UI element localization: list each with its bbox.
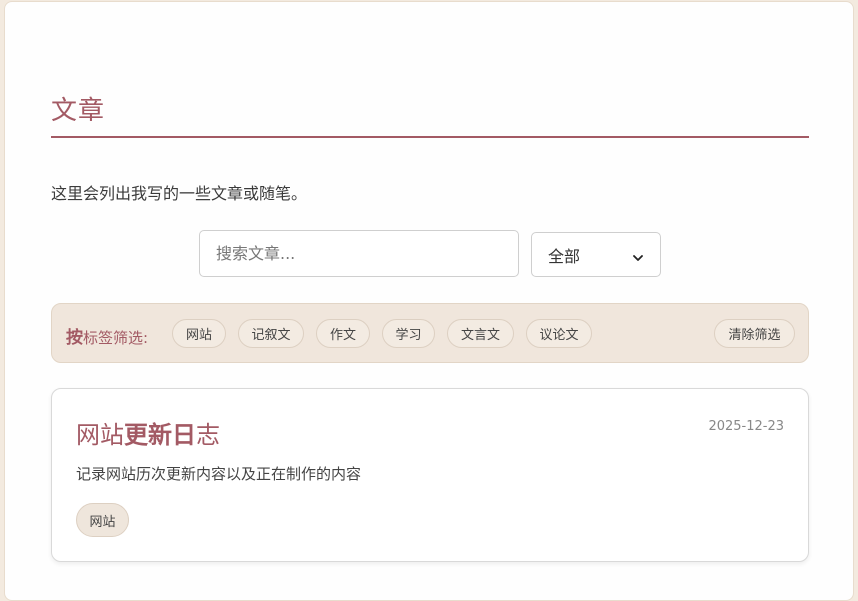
tag-chip-website[interactable]: 网站 bbox=[172, 319, 226, 348]
category-select[interactable]: 全部 bbox=[531, 232, 661, 277]
tag-filter-label-text: 标签筛选: bbox=[83, 329, 149, 347]
page-container: 文章 这里会列出我写的一些文章或随笔。 全部 按标签筛选: 网站 记叙文 作文 … bbox=[4, 1, 854, 601]
tag-filter-label: 按标签筛选: bbox=[66, 323, 148, 348]
clear-filter-button[interactable]: 清除筛选 bbox=[714, 319, 795, 348]
tag-filter-bar: 按标签筛选: 网站 记叙文 作文 学习 文言文 议论文 清除筛选 bbox=[51, 303, 809, 363]
article-title-bold-part: 更新日 bbox=[124, 421, 196, 449]
tag-chip-argumentative[interactable]: 议论文 bbox=[526, 319, 592, 348]
tag-chip-narrative[interactable]: 记叙文 bbox=[238, 319, 304, 348]
article-card[interactable]: 网站更新日志 2025-12-23 记录网站历次更新内容以及正在制作的内容 网站 bbox=[51, 388, 809, 562]
article-date: 2025-12-23 bbox=[708, 419, 784, 434]
tag-chip-study[interactable]: 学习 bbox=[382, 319, 435, 348]
search-input[interactable] bbox=[199, 230, 519, 277]
page-intro: 这里会列出我写的一些文章或随笔。 bbox=[51, 184, 308, 203]
title-divider bbox=[51, 136, 809, 138]
tag-filter-label-bold: 按 bbox=[66, 328, 83, 348]
article-title[interactable]: 网站更新日志 bbox=[76, 415, 220, 450]
article-tag[interactable]: 网站 bbox=[76, 503, 129, 537]
category-select-value: 全部 bbox=[548, 246, 581, 266]
article-title-part: 网站 bbox=[76, 421, 124, 449]
article-description: 记录网站历次更新内容以及正在制作的内容 bbox=[76, 465, 362, 483]
chevron-down-icon bbox=[632, 249, 644, 261]
page-title: 文章 bbox=[51, 96, 106, 126]
article-title-part: 志 bbox=[196, 421, 220, 449]
tag-chip-classical-chinese[interactable]: 文言文 bbox=[447, 319, 514, 348]
tag-chip-essay[interactable]: 作文 bbox=[316, 319, 370, 348]
